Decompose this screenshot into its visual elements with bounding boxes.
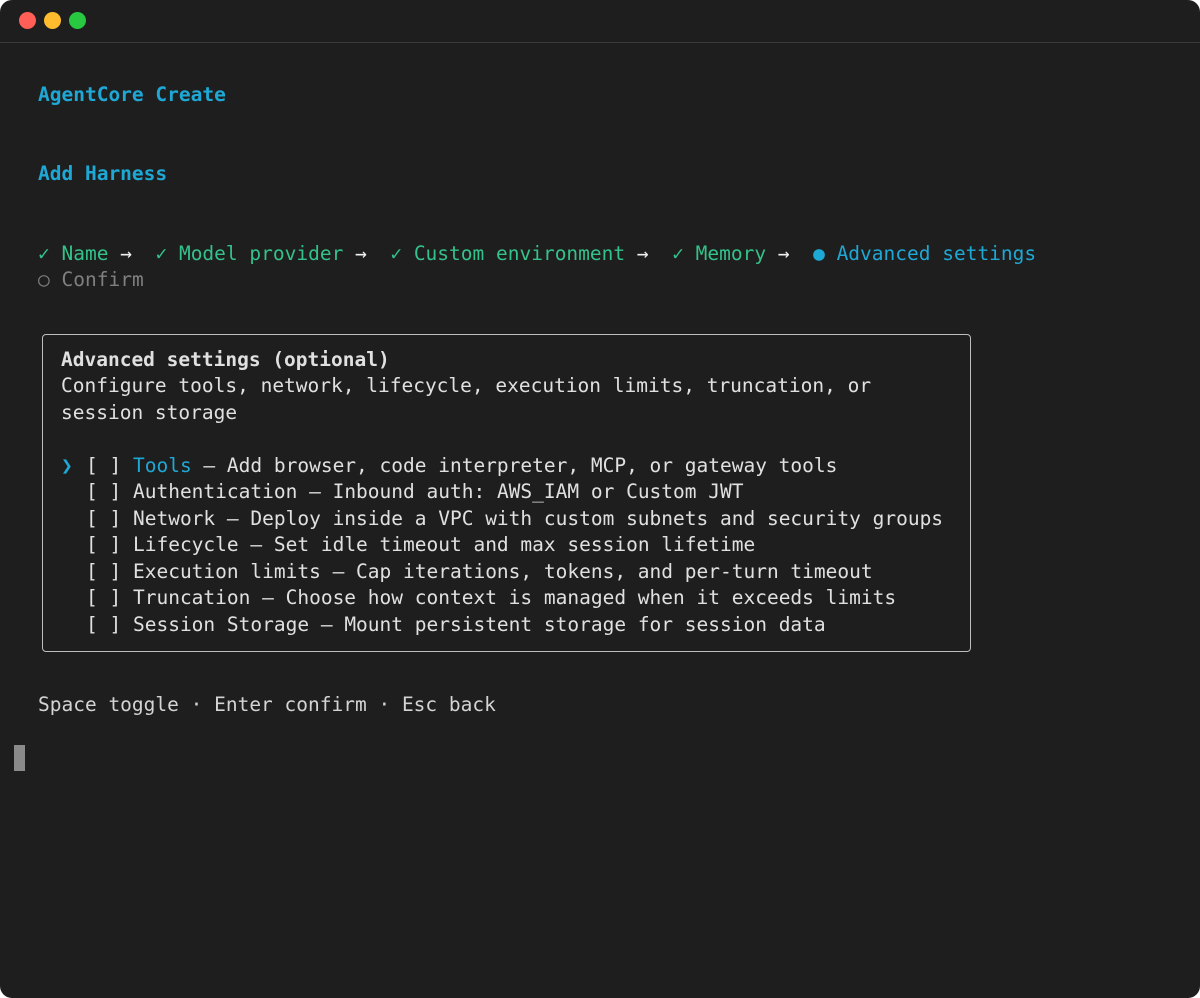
option-description: — Cap iterations, tokens, and per-turn t… [320,560,873,583]
option-execution-limits[interactable]: [ ] Execution limits — Cap iterations, t… [86,559,873,585]
option-tools[interactable]: [ ] Tools — Add browser, code interprete… [86,453,837,479]
checkbox[interactable]: [ ] [86,480,121,503]
panel-heading: Advanced settings (optional) [61,348,390,371]
option-lifecycle[interactable]: [ ] Lifecycle — Set idle timeout and max… [86,532,755,558]
option-description: — Mount persistent storage for session d… [309,613,826,636]
checkbox[interactable]: [ ] [86,454,121,477]
option-description: — Add browser, code interpreter, MCP, or… [191,454,838,477]
title-bar [0,0,1200,43]
checkbox[interactable]: [ ] [86,613,121,636]
step-arrow-icon: → [120,242,132,265]
step-arrow-icon: → [777,242,790,265]
option-truncation[interactable]: [ ] Truncation — Choose how context is m… [86,585,896,611]
step-current-icon: ● [813,242,825,265]
step-done-icon: ✓ [672,242,684,265]
option-name: Tools [132,454,192,477]
panel-description-line-2: session storage [61,401,238,424]
step-done-icon: ✓ [38,242,50,265]
option-session-storage[interactable]: [ ] Session Storage — Mount persistent s… [86,612,826,638]
app-title: AgentCore Create [38,83,226,106]
maximize-window-button[interactable] [69,12,86,29]
option-name: Lifecycle [132,533,239,556]
close-window-button[interactable] [19,12,36,29]
wizard-steps-row-1: ✓ Name → ✓ Model provider → ✓ Custom env… [38,241,1036,267]
step-arrow-icon: → [355,242,367,265]
option-description: — Deploy inside a VPC with custom subnet… [215,507,944,530]
checkbox[interactable]: [ ] [86,533,121,556]
step-arrow-icon: → [636,242,649,265]
checkbox[interactable]: [ ] [86,560,121,583]
checkbox[interactable]: [ ] [86,507,121,530]
step-custom-environment: Custom environment [413,242,626,265]
wizard-steps-row-2: ○ Confirm [38,267,144,293]
option-name: Truncation [132,586,251,609]
minimize-window-button[interactable] [44,12,61,29]
checkbox[interactable]: [ ] [86,586,121,609]
step-name: Name [61,242,109,265]
keyboard-help-text: Space toggle · Enter confirm · Esc back [38,693,496,716]
option-authentication[interactable]: [ ] Authentication — Inbound auth: AWS_I… [86,479,743,505]
step-pending-icon: ○ [38,268,50,291]
option-description: — Choose how context is managed when it … [250,586,897,609]
selection-pointer-icon: ❯ [61,454,73,477]
step-model-provider: Model provider [178,242,344,265]
terminal-window: AgentCore Create Add Harness ✓ Name → ✓ … [0,0,1200,998]
option-name: Network [132,507,216,530]
terminal-cursor [14,745,25,771]
step-advanced-settings: Advanced settings [836,242,1037,265]
option-name: Session Storage [132,613,310,636]
option-name: Authentication [132,480,298,503]
option-description: — Set idle timeout and max session lifet… [238,533,756,556]
step-done-icon: ✓ [390,242,403,265]
option-name: Execution limits [132,560,321,583]
step-done-icon: ✓ [155,242,168,265]
step-confirm: Confirm [61,268,144,291]
option-description: — Inbound auth: AWS_IAM or Custom JWT [297,480,744,503]
step-memory: Memory [695,242,767,265]
screen-title: Add Harness [38,162,168,185]
panel-description-line-1: Configure tools, network, lifecycle, exe… [61,374,872,397]
option-network[interactable]: [ ] Network — Deploy inside a VPC with c… [86,506,943,532]
